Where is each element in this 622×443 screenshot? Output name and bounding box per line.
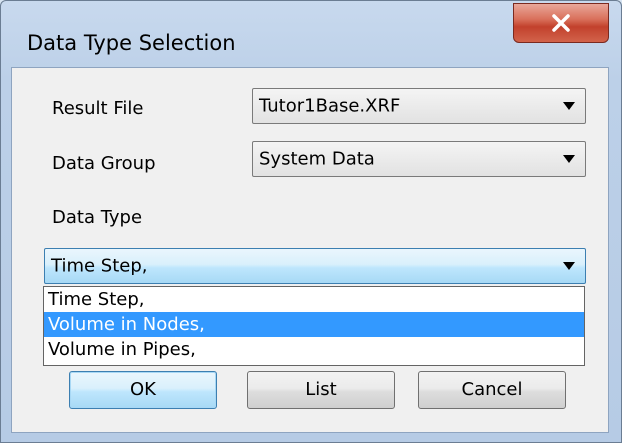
chevron-down-icon bbox=[563, 102, 575, 110]
close-button[interactable] bbox=[513, 3, 609, 43]
window-title: Data Type Selection bbox=[27, 31, 236, 55]
dropdown-option-volume-pipes[interactable]: Volume in Pipes, bbox=[44, 337, 584, 362]
dropdown-option-volume-nodes[interactable]: Volume in Nodes, bbox=[44, 312, 584, 337]
dialog-window: Data Type Selection Result File Tutor1Ba… bbox=[0, 0, 622, 443]
data-group-select[interactable]: System Data bbox=[252, 141, 586, 177]
list-button[interactable]: List bbox=[247, 371, 395, 409]
chevron-down-icon bbox=[563, 155, 575, 163]
dialog-body: Result File Tutor1Base.XRF Data Group Sy… bbox=[11, 67, 609, 433]
close-icon bbox=[551, 14, 571, 32]
result-file-label: Result File bbox=[52, 98, 144, 119]
ok-button[interactable]: OK bbox=[69, 371, 217, 409]
data-type-label: Data Type bbox=[52, 207, 143, 228]
chevron-down-icon bbox=[563, 262, 575, 270]
data-type-dropdown-list[interactable]: Time Step, Volume in Nodes, Volume in Pi… bbox=[43, 286, 585, 366]
data-type-select[interactable]: Time Step, bbox=[44, 248, 586, 284]
result-file-value: Tutor1Base.XRF bbox=[259, 95, 401, 117]
window-frame: Data Type Selection Result File Tutor1Ba… bbox=[0, 0, 622, 443]
data-group-value: System Data bbox=[259, 148, 375, 170]
title-bar[interactable]: Data Type Selection bbox=[1, 1, 621, 77]
dropdown-option-time-step[interactable]: Time Step, bbox=[44, 287, 584, 312]
result-file-select[interactable]: Tutor1Base.XRF bbox=[252, 88, 586, 124]
data-type-value: Time Step, bbox=[51, 255, 148, 277]
cancel-button[interactable]: Cancel bbox=[418, 371, 566, 409]
data-group-label: Data Group bbox=[52, 153, 156, 174]
